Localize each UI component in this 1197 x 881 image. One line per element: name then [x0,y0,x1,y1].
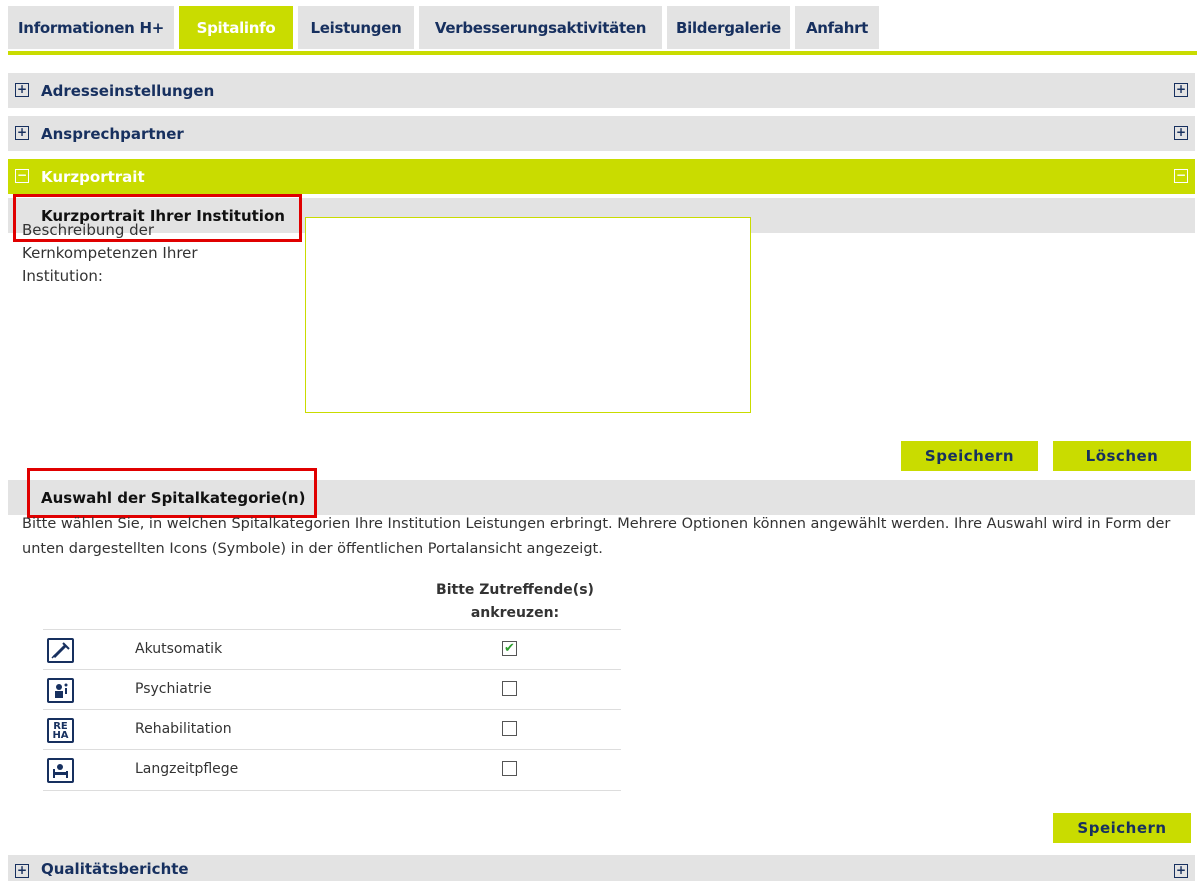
tab-spitalinfo[interactable]: Spitalinfo [179,6,293,49]
collapse-icon[interactable]: − [1174,169,1188,183]
rehabilitation-checkbox[interactable] [502,721,517,736]
akutsomatik-checkbox[interactable]: ✔ [502,641,517,656]
kategorie-description: Bitte wählen Sie, in welchen Spitalkateg… [22,516,1171,557]
langzeitpflege-checkbox[interactable] [502,761,517,776]
collapse-icon[interactable]: − [15,169,29,183]
section-ansprechpartner[interactable]: + Ansprechpartner + [8,116,1195,151]
section-label: Ansprechpartner [41,124,184,143]
expand-icon[interactable]: + [1174,126,1188,140]
reha-icon: RE HA [47,718,74,743]
syringe-icon [47,638,74,663]
checkbox-column-header: Bitte Zutreffende(s) ankreuzen: [436,582,594,621]
section-label: Kurzportrait [41,167,145,186]
category-label: Akutsomatik [135,641,223,657]
save-button[interactable]: Speichern [901,441,1038,471]
tab-informationen[interactable]: Informationen H+ [8,6,174,49]
expand-icon[interactable]: + [1174,864,1188,878]
category-label: Langzeitpflege [135,761,239,777]
expand-icon[interactable]: + [15,83,29,97]
expand-icon[interactable]: + [1174,83,1188,97]
category-label: Rehabilitation [135,721,232,737]
section-adresseinstellungen[interactable]: + Adresseinstellungen + [8,73,1195,108]
section-label: Qualitätsberichte [41,860,189,878]
section-kurzportrait[interactable]: − Kurzportrait − [8,159,1195,194]
section-qualitaetsberichte[interactable]: + Qualitätsberichte + [8,855,1195,881]
highlight-box [27,468,317,518]
table-row: RE HA Rehabilitation [43,709,621,750]
kernkompetenzen-textarea[interactable] [305,217,751,413]
table-row: Akutsomatik ✔ [43,629,621,670]
section-label: Adresseinstellungen [41,81,215,100]
tab-verbesserungsaktivitaeten[interactable]: Verbesserungsaktivitäten [419,6,662,49]
tab-bar: Informationen H+ Spitalinfo Leistungen V… [0,0,1197,56]
tab-underline [8,51,1197,55]
table-row: Psychiatrie [43,669,621,710]
delete-button[interactable]: Löschen [1053,441,1191,471]
expand-icon[interactable]: + [15,864,29,878]
kernkompetenzen-label: Beschreibung der Kernkompetenzen Ihrer I… [22,221,198,285]
expand-icon[interactable]: + [15,126,29,140]
category-label: Psychiatrie [135,681,212,697]
bed-icon [47,758,74,783]
tab-leistungen[interactable]: Leistungen [298,6,414,49]
tab-anfahrt[interactable]: Anfahrt [795,6,879,49]
psychiatrie-checkbox[interactable] [502,681,517,696]
psychiatry-icon [47,678,74,703]
save-kategorie-button[interactable]: Speichern [1053,813,1191,843]
table-row: Langzeitpflege [43,749,621,791]
tab-bildergalerie[interactable]: Bildergalerie [667,6,790,49]
